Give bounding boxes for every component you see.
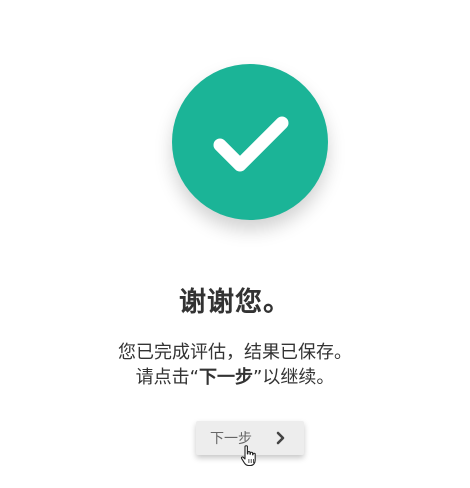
completion-message: 您已完成评估，结果已保存。 请点击“下一步”以继续。: [0, 340, 470, 390]
message-line-1: 您已完成评估，结果已保存。: [118, 342, 352, 363]
page-title: 谢谢您。: [179, 287, 291, 318]
message-line-2: 请点击“下一步”以继续。: [0, 365, 470, 390]
message-line-2-prefix: 请点击“: [135, 367, 199, 388]
chevron-right-icon: [276, 431, 285, 445]
message-line-2-suffix: ”以继续。: [253, 367, 335, 388]
message-next-emphasis: 下一步: [199, 367, 253, 388]
checkmark-icon: [213, 116, 289, 172]
next-button[interactable]: 下一步: [196, 421, 304, 455]
success-circle: [172, 64, 328, 220]
completion-page: 谢谢您。 您已完成评估，结果已保存。 请点击“下一步”以继续。 下一步: [0, 0, 470, 488]
next-button-label: 下一步: [210, 431, 252, 447]
